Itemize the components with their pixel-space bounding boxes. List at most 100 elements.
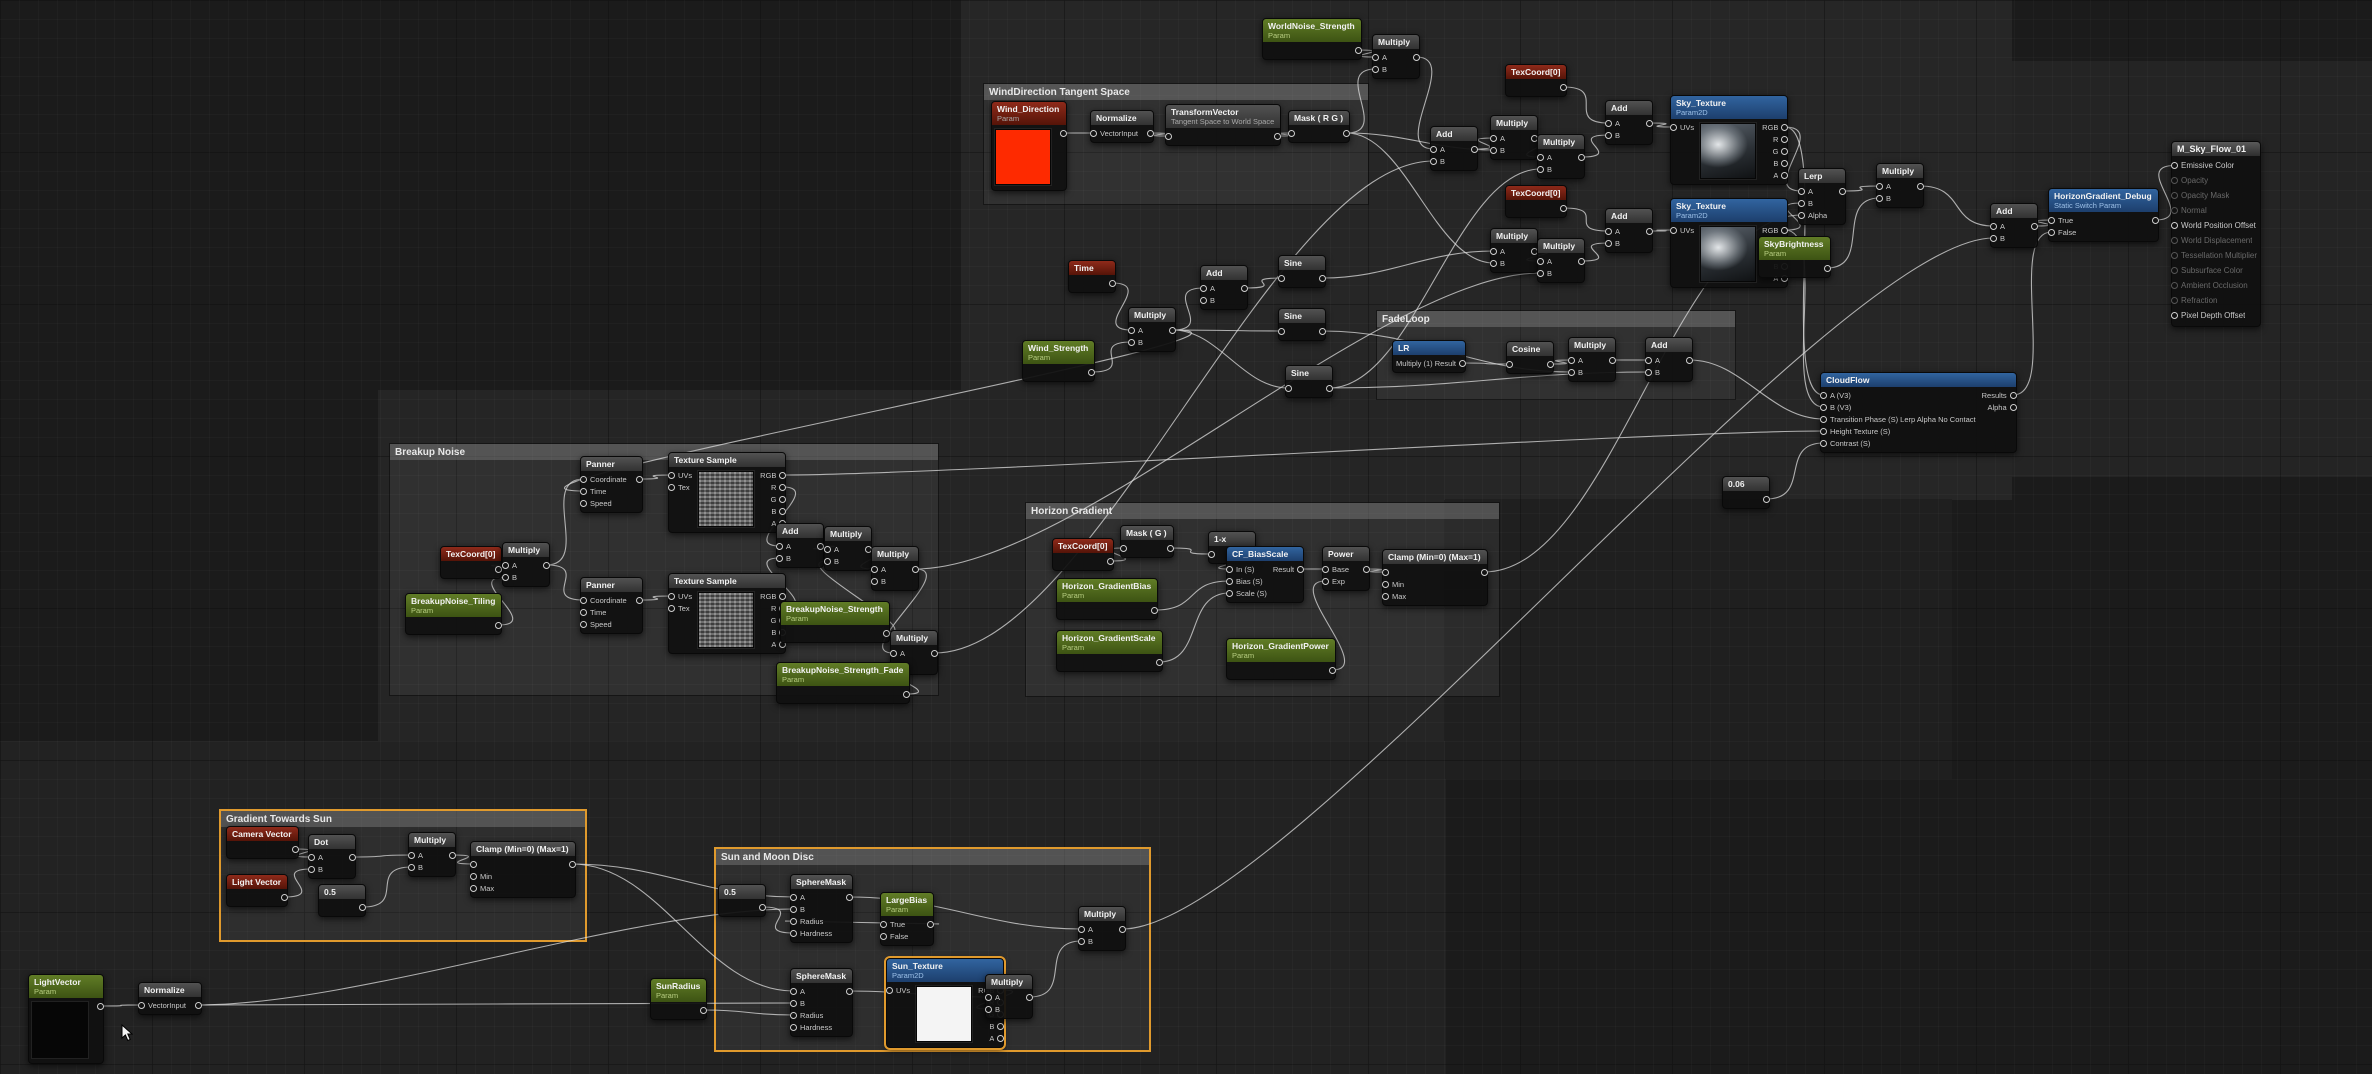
- output-pin[interactable]: [1167, 545, 1174, 552]
- input-pin[interactable]: [1798, 200, 1805, 207]
- input-pin[interactable]: [1226, 578, 1233, 585]
- input-pin[interactable]: [1490, 248, 1497, 255]
- output-pin[interactable]: [495, 622, 502, 629]
- input-pin[interactable]: [138, 1002, 145, 1009]
- node-add[interactable]: AddAB: [1605, 100, 1653, 145]
- node-add[interactable]: AddAB: [1430, 126, 1478, 171]
- output-pin[interactable]: [1481, 569, 1488, 576]
- input-pin[interactable]: [1537, 154, 1544, 161]
- node-multiply[interactable]: MultiplyAB: [871, 546, 919, 591]
- input-pin[interactable]: [2171, 207, 2178, 214]
- input-pin[interactable]: [502, 574, 509, 581]
- input-pin[interactable]: [1288, 130, 1295, 137]
- comment-header[interactable]: FadeLoop: [1377, 311, 1735, 327]
- input-pin[interactable]: [2171, 282, 2178, 289]
- input-pin[interactable]: [1322, 578, 1329, 585]
- output-pin[interactable]: [779, 593, 786, 600]
- node-mask-r-g[interactable]: Mask ( R G ): [1288, 110, 1350, 143]
- input-pin[interactable]: [1165, 133, 1172, 140]
- input-pin[interactable]: [2171, 252, 2178, 259]
- input-pin[interactable]: [1430, 146, 1437, 153]
- input-pin[interactable]: [1285, 385, 1292, 392]
- input-pin[interactable]: [2171, 297, 2178, 304]
- input-pin[interactable]: [776, 555, 783, 562]
- output-pin[interactable]: [2031, 223, 2038, 230]
- input-pin[interactable]: [1200, 285, 1207, 292]
- node-multiply[interactable]: MultiplyAB: [1537, 134, 1585, 179]
- output-pin[interactable]: [1274, 133, 1281, 140]
- output-pin[interactable]: [779, 496, 786, 503]
- node-0-5[interactable]: 0.5: [718, 884, 766, 917]
- input-pin[interactable]: [880, 921, 887, 928]
- node-sunradius[interactable]: SunRadiusParam: [650, 978, 707, 1020]
- input-pin[interactable]: [790, 1012, 797, 1019]
- output-pin[interactable]: [1363, 566, 1370, 573]
- node-normalize[interactable]: NormalizeVectorInput: [1090, 110, 1154, 143]
- output-pin[interactable]: [1781, 172, 1788, 179]
- input-pin[interactable]: [1820, 440, 1827, 447]
- output-pin[interactable]: [1319, 328, 1326, 335]
- output-pin[interactable]: [1578, 258, 1585, 265]
- node-sine[interactable]: Sine: [1278, 308, 1326, 341]
- node-power[interactable]: PowerBaseExp: [1322, 546, 1370, 591]
- output-pin[interactable]: [1560, 84, 1567, 91]
- input-pin[interactable]: [790, 988, 797, 995]
- input-pin[interactable]: [1537, 166, 1544, 173]
- input-pin[interactable]: [1537, 270, 1544, 277]
- output-pin[interactable]: [292, 846, 299, 853]
- input-pin[interactable]: [1670, 227, 1677, 234]
- node-mask-g[interactable]: Mask ( G ): [1120, 525, 1174, 558]
- input-pin[interactable]: [985, 994, 992, 1001]
- output-pin[interactable]: [1781, 124, 1788, 131]
- output-pin[interactable]: [1686, 357, 1693, 364]
- input-pin[interactable]: [502, 562, 509, 569]
- input-pin[interactable]: [2171, 162, 2178, 169]
- input-pin[interactable]: [1078, 926, 1085, 933]
- input-pin[interactable]: [1820, 404, 1827, 411]
- node-time[interactable]: Time: [1068, 260, 1116, 293]
- node-breakupnoise-strength-fade[interactable]: BreakupNoise_Strength_FadeParam: [776, 662, 910, 704]
- input-pin[interactable]: [1128, 327, 1135, 334]
- node-wind-strength[interactable]: Wind_StrengthParam: [1022, 340, 1095, 382]
- input-pin[interactable]: [790, 1024, 797, 1031]
- input-pin[interactable]: [1798, 188, 1805, 195]
- output-pin[interactable]: [349, 854, 356, 861]
- node-wind-direction[interactable]: Wind_DirectionParam: [991, 101, 1067, 191]
- node-multiply[interactable]: MultiplyAB: [1876, 163, 1924, 208]
- output-pin[interactable]: [1326, 385, 1333, 392]
- output-pin[interactable]: [1839, 188, 1846, 195]
- output-pin[interactable]: [2010, 404, 2017, 411]
- input-pin[interactable]: [1670, 124, 1677, 131]
- comment-header[interactable]: Sun and Moon Disc: [716, 849, 1149, 865]
- node-texcoord-0[interactable]: TexCoord[0]: [440, 546, 502, 579]
- output-pin[interactable]: [359, 904, 366, 911]
- output-pin[interactable]: [779, 508, 786, 515]
- node-multiply[interactable]: MultiplyAB: [1568, 337, 1616, 382]
- output-pin[interactable]: [569, 861, 576, 868]
- node-dot[interactable]: DotAB: [308, 834, 356, 879]
- output-pin[interactable]: [1119, 926, 1126, 933]
- input-pin[interactable]: [668, 484, 675, 491]
- input-pin[interactable]: [1226, 590, 1233, 597]
- comment-header[interactable]: WindDirection Tangent Space: [984, 84, 1368, 100]
- output-pin[interactable]: [1026, 994, 1033, 1001]
- input-pin[interactable]: [1208, 551, 1215, 558]
- node-add[interactable]: AddAB: [1605, 208, 1653, 253]
- node-lightvector[interactable]: LightVectorParam: [28, 974, 104, 1064]
- output-pin[interactable]: [779, 472, 786, 479]
- output-pin[interactable]: [1560, 205, 1567, 212]
- node-sine[interactable]: Sine: [1278, 255, 1326, 288]
- output-pin[interactable]: [1646, 228, 1653, 235]
- output-pin[interactable]: [1241, 285, 1248, 292]
- output-pin[interactable]: [1329, 667, 1336, 674]
- node-horizongradient-debug[interactable]: HorizonGradient_DebugStatic Switch Param…: [2048, 188, 2159, 242]
- output-pin[interactable]: [1824, 265, 1831, 272]
- input-pin[interactable]: [790, 906, 797, 913]
- node-0-06[interactable]: 0.06: [1722, 476, 1770, 509]
- input-pin[interactable]: [985, 1006, 992, 1013]
- node-multiply[interactable]: MultiplyAB: [1537, 238, 1585, 283]
- output-pin[interactable]: [1107, 558, 1114, 565]
- input-pin[interactable]: [880, 933, 887, 940]
- input-pin[interactable]: [1490, 260, 1497, 267]
- input-pin[interactable]: [408, 864, 415, 871]
